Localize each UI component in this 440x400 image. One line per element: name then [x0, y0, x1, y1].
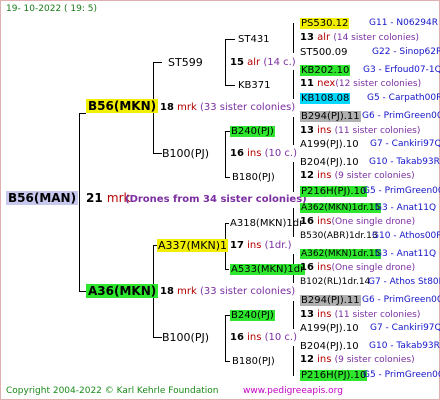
queen-a533-mkn[interactable]: A533(MKN)1dr [230, 263, 306, 276]
g4-p216h-bottom[interactable]: P216H(PJ).10 [300, 369, 368, 382]
b180-pj-top-info: 12 ins (9 sister colonies) [300, 170, 415, 181]
line-g4-7 [293, 301, 294, 329]
g4-b530-code: G10 - Athos00R [372, 231, 440, 241]
g4-b204-bottom-code: G10 - Takab93R [369, 341, 440, 351]
g4-ps530-code: G11 - N06294R [369, 18, 439, 28]
g4-b204-top[interactable]: B204(PJ).10 [300, 156, 359, 169]
queen-b56-mkn[interactable]: B56(MKN) [86, 99, 159, 113]
line-st599-top [225, 39, 235, 40]
g4-a362-b-code: G3 - Anat11Q [375, 249, 437, 259]
root-note: (Drones from 34 sister colonies) [125, 194, 307, 205]
line-b100a-bottom [225, 177, 230, 178]
line-b100a-v [225, 131, 226, 177]
a318-mkn-info: 16 ins(One single drone) [300, 216, 416, 227]
g4-b204-top-code: G10 - Takab93R [369, 157, 440, 167]
line-g4-4 [293, 162, 294, 192]
g4-b294-top[interactable]: B294(PJ).11 [300, 110, 361, 123]
a36-mkn-info: 18 mrk (33 sister colonies) [160, 286, 296, 297]
g4-a362-b[interactable]: A362(MKN)1dr.15 [300, 248, 382, 261]
g4-p216h-bottom-code: G5 - PrimGreen00 [363, 370, 440, 380]
g4-p216h-top-code: G5 - PrimGreen00 [363, 186, 440, 196]
b240-pj-bottom-info: 13 ins (11 sister colonies) [300, 309, 421, 320]
st431-info: 13 alr (14 sister colonies) [300, 32, 420, 43]
line-root-bottom [79, 291, 86, 292]
queen-b180-pj-top[interactable]: B180(PJ) [232, 171, 275, 184]
b100-pj-top-info: 16 ins (10 c.) [230, 148, 298, 159]
st599-info: 15 alr (14 c.) [230, 57, 296, 68]
queen-a337-mkn[interactable]: A337(MKN)1 [157, 239, 229, 252]
queen-b240-pj-bottom[interactable]: B240(PJ) [230, 309, 275, 322]
g4-p216h-top[interactable]: P216H(PJ).10 [300, 185, 368, 198]
b240-pj-top-info: 13 ins (11 sister colonies) [300, 125, 421, 136]
g4-st500-code: G22 - Sinop62R [372, 47, 440, 57]
line-root-v [79, 113, 80, 291]
g4-b102-code: G7 - Athos St80R [368, 277, 440, 287]
b180-pj-bottom-info: 12 ins (9 sister colonies) [300, 354, 415, 365]
queen-b100-pj-bottom[interactable]: B100(PJ) [162, 331, 209, 344]
queen-st431[interactable]: ST431 [238, 33, 270, 46]
line-g4-8 [293, 346, 294, 376]
queen-b240-pj-top[interactable]: B240(PJ) [230, 125, 275, 138]
g4-kb202[interactable]: KB202.10 [300, 64, 351, 77]
a533-mkn-info: 16 ins(One single drone) [300, 262, 416, 273]
g4-b294-bottom[interactable]: B294(PJ).11 [300, 294, 361, 307]
line-b56-top [153, 62, 162, 63]
g4-kb202-code: G3 - Erfoud07-1Q [363, 65, 440, 75]
line-root-top [79, 113, 86, 114]
line-st599-bottom [225, 85, 235, 86]
root-queen[interactable]: B56(MAN) [6, 191, 79, 205]
line-a337-bottom [225, 269, 229, 270]
line-b100b-bottom [225, 361, 230, 362]
line-g4-2 [293, 70, 294, 99]
g4-ps530[interactable]: PS530.12 [300, 17, 350, 30]
b100-pj-bottom-info: 16 ins (10 c.) [230, 332, 298, 343]
line-a337-top [225, 223, 229, 224]
kb371-info: 11 nex(12 sister colonies) [300, 78, 422, 89]
line-st599-v [225, 39, 226, 85]
g4-a199-top[interactable]: A199(PJ).10 [300, 138, 359, 151]
g4-a199-bottom-code: G7 - Cankiri97Q [370, 323, 440, 333]
g4-b294-bottom-code: G6 - PrimGreen00 [362, 295, 440, 305]
g4-b102[interactable]: B102(RL)1dr.14 [300, 276, 370, 289]
footer-copyright: Copyright 2004-2022 © Karl Kehrle Founda… [6, 386, 219, 396]
date-stamp: 19- 10-2022 ( 19: 5) [6, 4, 97, 14]
queen-b180-pj-bottom[interactable]: B180(PJ) [232, 355, 275, 368]
g4-b530[interactable]: B530(ABR)1dr.13 [300, 230, 378, 243]
queen-st599[interactable]: ST599 [168, 56, 203, 69]
queen-a318-mkn[interactable]: A318(MKN)1dr [230, 217, 303, 230]
footer-site-link[interactable]: www.pedigreeapis.org [243, 385, 343, 398]
root-generation: 21 mrk [86, 191, 131, 205]
line-g4-1 [293, 23, 294, 53]
g4-st500[interactable]: ST500.09 [300, 46, 347, 59]
queen-kb371[interactable]: KB371 [238, 79, 271, 92]
line-g4-3 [293, 117, 294, 145]
g4-a362-a[interactable]: A362(MKN)1dr.15 [300, 202, 382, 215]
g4-b294-top-code: G6 - PrimGreen00 [362, 111, 440, 121]
g4-kb108[interactable]: KB108.08 [300, 92, 351, 105]
line-b56-bottom [153, 153, 162, 154]
g4-kb108-code: G5 - Carpath00R [367, 93, 440, 103]
queen-a36-mkn[interactable]: A36(MKN) [86, 284, 159, 298]
a337-mkn-info: 17 ins (1dr.) [230, 240, 292, 251]
g4-a199-bottom[interactable]: A199(PJ).10 [300, 322, 359, 335]
g4-a199-top-code: G7 - Cankiri97Q [370, 139, 440, 149]
queen-b100-pj-top[interactable]: B100(PJ) [162, 147, 209, 160]
line-a36-bottom [153, 337, 162, 338]
g4-a362-a-code: G3 - Anat11Q [375, 203, 437, 213]
g4-b204-bottom[interactable]: B204(PJ).10 [300, 340, 359, 353]
line-b100b-v [225, 315, 226, 361]
b56-mkn-info: 18 mrk (33 sister colonies) [160, 102, 296, 113]
pedigree-canvas: 19- 10-2022 ( 19: 5) B56(MAN) 21 mrk (Dr… [0, 0, 440, 400]
